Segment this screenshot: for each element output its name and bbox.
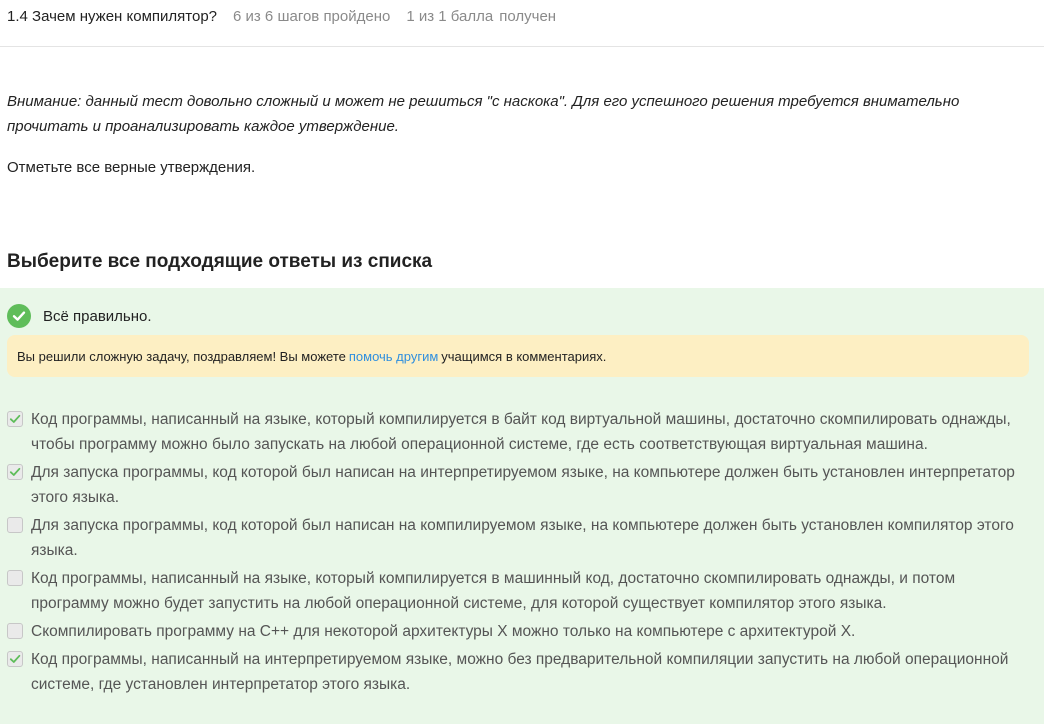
answer-option[interactable]: Код программы, написанный на языке, кото… <box>7 407 1037 457</box>
answer-option-text: Код программы, написанный на языке, кото… <box>31 570 956 612</box>
task-text: Отметьте все верные утверждения. <box>7 159 256 176</box>
help-others-link[interactable]: помочь другим <box>349 349 438 364</box>
hint-box: Вы решили сложную задачу, поздравляем! В… <box>7 335 1029 377</box>
checkbox-unchecked[interactable] <box>7 517 23 533</box>
answer-option[interactable]: Код программы, написанный на языке, кото… <box>7 566 1037 616</box>
hint-text-before: Вы решили сложную задачу, поздравляем! В… <box>17 348 346 364</box>
checkbox-checked[interactable] <box>7 464 23 480</box>
step-intro: Внимание: данный тест довольно сложный и… <box>0 47 1044 180</box>
answer-option-text: Код программы, написанный на интерпретир… <box>31 651 1009 693</box>
answer-option[interactable]: Для запуска программы, код которой был н… <box>7 460 1037 510</box>
answer-option-text: Для запуска программы, код которой был н… <box>31 517 1014 559</box>
answer-options: Код программы, написанный на языке, кото… <box>7 407 1037 700</box>
answer-option-text: Код программы, написанный на языке, кото… <box>31 411 1011 453</box>
check-circle-icon <box>7 304 31 328</box>
answer-option[interactable]: Скомпилировать программу на C++ для неко… <box>7 619 1037 644</box>
hint-text-after: учащимся в комментариях. <box>441 348 607 364</box>
checkbox-checked[interactable] <box>7 411 23 427</box>
checkmark-icon <box>9 414 21 423</box>
answer-option-text: Скомпилировать программу на C++ для неко… <box>31 623 856 640</box>
score-value: 1 из 1 балла <box>406 8 494 25</box>
score-status: 1 из 1 балла получен <box>406 8 556 25</box>
checkbox-unchecked[interactable] <box>7 623 23 639</box>
status-row: Всё правильно. <box>7 304 152 328</box>
checkbox-checked[interactable] <box>7 651 23 667</box>
score-suffix: получен <box>499 8 557 25</box>
quiz-result-panel: Всё правильно. Вы решили сложную задачу,… <box>0 288 1044 724</box>
checkmark-icon <box>9 654 21 663</box>
quiz-heading: Выберите все подходящие ответы из списка <box>7 251 433 272</box>
status-text: Всё правильно. <box>43 307 152 325</box>
answer-option-text: Для запуска программы, код которой был н… <box>31 464 1015 506</box>
warning-text: Внимание: данный тест довольно сложный и… <box>7 93 960 135</box>
answer-option[interactable]: Код программы, написанный на интерпретир… <box>7 647 1037 697</box>
lesson-title: 1.4 Зачем нужен компилятор? <box>7 8 217 25</box>
lesson-header: 1.4 Зачем нужен компилятор? 6 из 6 шагов… <box>0 0 1044 47</box>
steps-progress: 6 из 6 шагов пройдено <box>233 8 391 25</box>
checkbox-unchecked[interactable] <box>7 570 23 586</box>
answer-option[interactable]: Для запуска программы, код которой был н… <box>7 513 1037 563</box>
checkmark-icon <box>9 467 21 476</box>
